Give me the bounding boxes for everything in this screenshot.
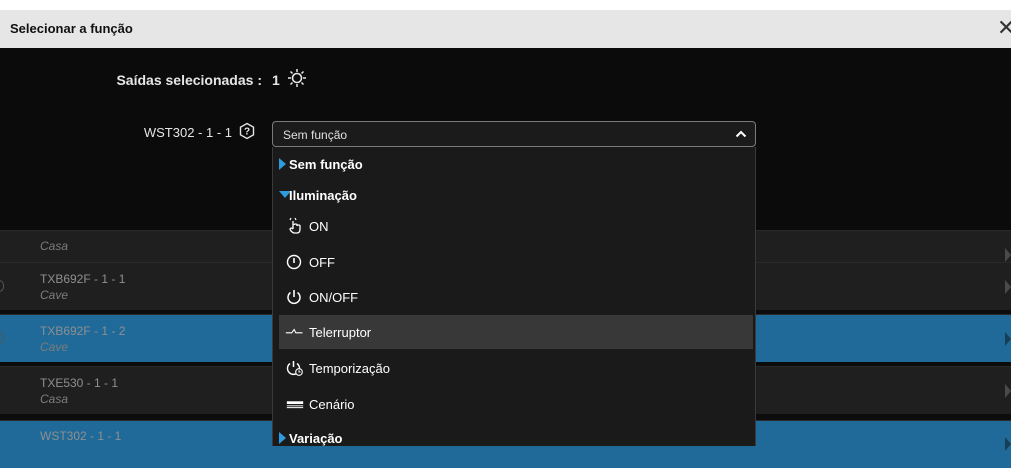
row-location: Casa [40,392,69,406]
function-dropdown: Sem função Iluminação ON OFF ON/OFF Tele… [272,147,756,446]
help-icon[interactable]: ? [238,122,256,140]
option-on-off[interactable]: ON/OFF [273,280,755,314]
row-location: Casa [40,239,69,253]
group-label: Iluminação [289,188,357,203]
option-cenario[interactable]: Cenário [273,387,755,421]
group-variacao[interactable]: Variação [273,421,755,446]
row-left-icon [0,280,4,292]
telerruptor-icon [285,328,303,334]
chevron-up-icon [735,130,747,138]
close-icon[interactable]: ✕ [997,16,1011,40]
timer-power-icon [286,361,303,376]
chevron-right-icon [1005,280,1011,294]
chevron-right-icon [1005,248,1011,262]
power-icon [287,290,301,305]
row-name: WST302 - 1 - 1 [40,429,122,443]
expand-triangle-icon [279,158,286,170]
output-name-label: WST302 - 1 - 1 [143,125,232,140]
option-label: ON [309,219,329,234]
group-label: Variação [289,431,343,446]
off-icon [286,254,302,270]
selected-outputs-count: 1 [272,72,280,88]
row-location: Cave [40,288,69,302]
option-label: Cenário [309,397,355,412]
group-iluminacao[interactable]: Iluminação [273,178,755,212]
dialog-title: Selecionar a função [10,21,133,36]
hand-press-icon [289,217,301,234]
option-label: OFF [309,255,335,270]
row-name: TXB692F - 1 - 2 [40,324,126,338]
function-select[interactable]: Sem função [272,121,756,147]
row-location: Cave [40,340,69,354]
selected-outputs-label: Saídas selecionadas : [116,72,262,88]
row-left-icon [0,332,4,344]
group-sem-funcao[interactable]: Sem função [273,147,755,181]
svg-text:?: ? [244,127,250,138]
option-label: Temporização [309,361,390,376]
chevron-right-icon [1005,437,1011,451]
chevron-right-icon [1005,332,1011,346]
option-label: ON/OFF [309,290,359,305]
option-off[interactable]: OFF [273,245,755,279]
light-bulb-icon [288,69,306,87]
row-name: TXE530 - 1 - 1 [40,376,119,390]
option-label: Telerruptor [309,325,372,340]
expand-triangle-icon [279,432,286,444]
group-label: Sem função [289,157,363,172]
row-name: TXB692F - 1 - 1 [40,272,126,286]
function-select-value: Sem função [283,128,348,142]
chevron-right-icon [1005,384,1011,398]
scene-icon [286,401,304,409]
dialog-titlebar: Selecionar a função ✕ [0,10,1011,48]
option-on[interactable]: ON [273,209,755,243]
option-temporizacao[interactable]: Temporização [273,351,755,385]
option-telerruptor[interactable]: Telerruptor [279,315,753,349]
